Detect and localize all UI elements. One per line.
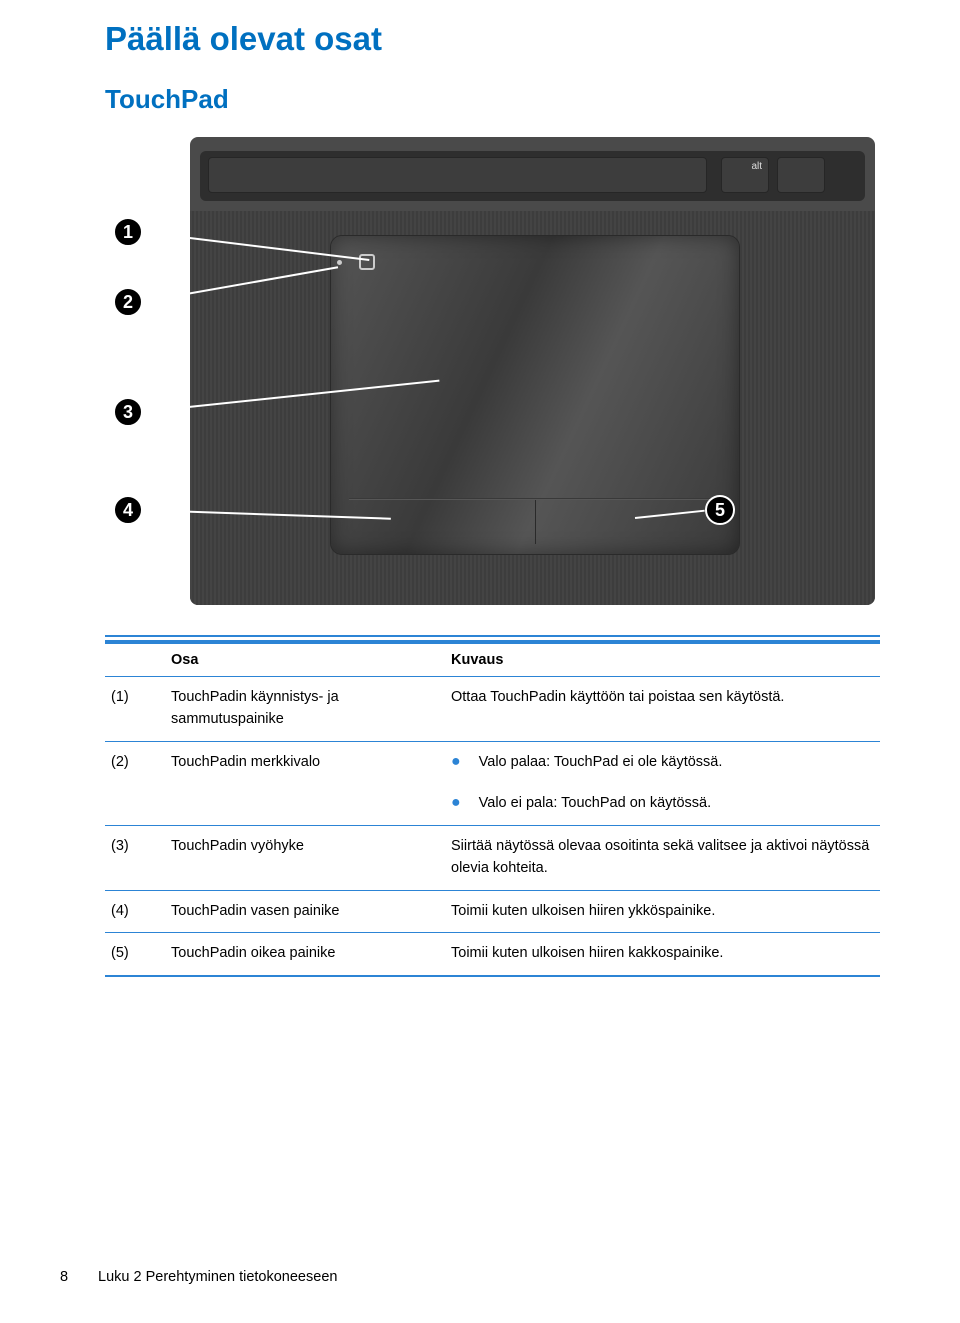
table-row: ● Valo ei pala: TouchPad on käytössä. (105, 783, 880, 825)
callout-2: 2 (113, 287, 143, 317)
bullet-icon: ● (451, 793, 461, 814)
page-number: 8 (60, 1269, 94, 1285)
row-name: TouchPadin vyöhyke (165, 826, 445, 891)
callout-5: 5 (705, 495, 735, 525)
table-header-kuvaus: Kuvaus (445, 642, 880, 677)
row-desc: Toimii kuten ulkoisen hiiren ykköspainik… (445, 890, 880, 933)
row-desc: ● Valo palaa: TouchPad ei ole käytössä. (445, 741, 880, 783)
page-heading-2: TouchPad (105, 84, 880, 115)
row-num: (1) (105, 677, 165, 742)
chapter-label: Luku 2 Perehtyminen tietokoneeseen (98, 1269, 337, 1285)
callout-3: 3 (113, 397, 143, 427)
row-num: (3) (105, 826, 165, 891)
table-row: (3) TouchPadin vyöhyke Siirtää näytössä … (105, 826, 880, 891)
row-desc: ● Valo ei pala: TouchPad on käytössä. (445, 783, 880, 825)
bullet-icon: ● (451, 752, 461, 773)
row-desc: Ottaa TouchPadin käyttöön tai poistaa se… (445, 677, 880, 742)
touchpad-diagram: alt 1 2 3 4 5 (105, 137, 875, 605)
components-table: Osa Kuvaus (1) TouchPadin käynnistys- ja… (105, 635, 880, 977)
row-name: TouchPadin käynnistys- ja sammutuspainik… (165, 677, 445, 742)
page-heading-1: Päällä olevat osat (105, 20, 880, 58)
row-name: TouchPadin merkkivalo (165, 741, 445, 783)
callout-1: 1 (113, 217, 143, 247)
table-row: (2) TouchPadin merkkivalo ● Valo palaa: … (105, 741, 880, 783)
row-num: (5) (105, 933, 165, 976)
table-header-osa: Osa (165, 642, 445, 677)
bullet-text: Valo palaa: TouchPad ei ole käytössä. (479, 752, 723, 774)
row-name: TouchPadin vasen painike (165, 890, 445, 933)
row-desc: Siirtää näytössä olevaa osoitinta sekä v… (445, 826, 880, 891)
row-desc: Toimii kuten ulkoisen hiiren kakkospaini… (445, 933, 880, 976)
row-num: (2) (105, 741, 165, 783)
page-footer: 8 Luku 2 Perehtyminen tietokoneeseen (60, 1269, 337, 1285)
table-row: (4) TouchPadin vasen painike Toimii kute… (105, 890, 880, 933)
table-row: (5) TouchPadin oikea painike Toimii kute… (105, 933, 880, 976)
table-row: (1) TouchPadin käynnistys- ja sammutuspa… (105, 677, 880, 742)
row-num: (4) (105, 890, 165, 933)
key-label-alt: alt (751, 161, 762, 172)
row-name: TouchPadin oikea painike (165, 933, 445, 976)
callout-4: 4 (113, 495, 143, 525)
bullet-text: Valo ei pala: TouchPad on käytössä. (479, 793, 711, 815)
